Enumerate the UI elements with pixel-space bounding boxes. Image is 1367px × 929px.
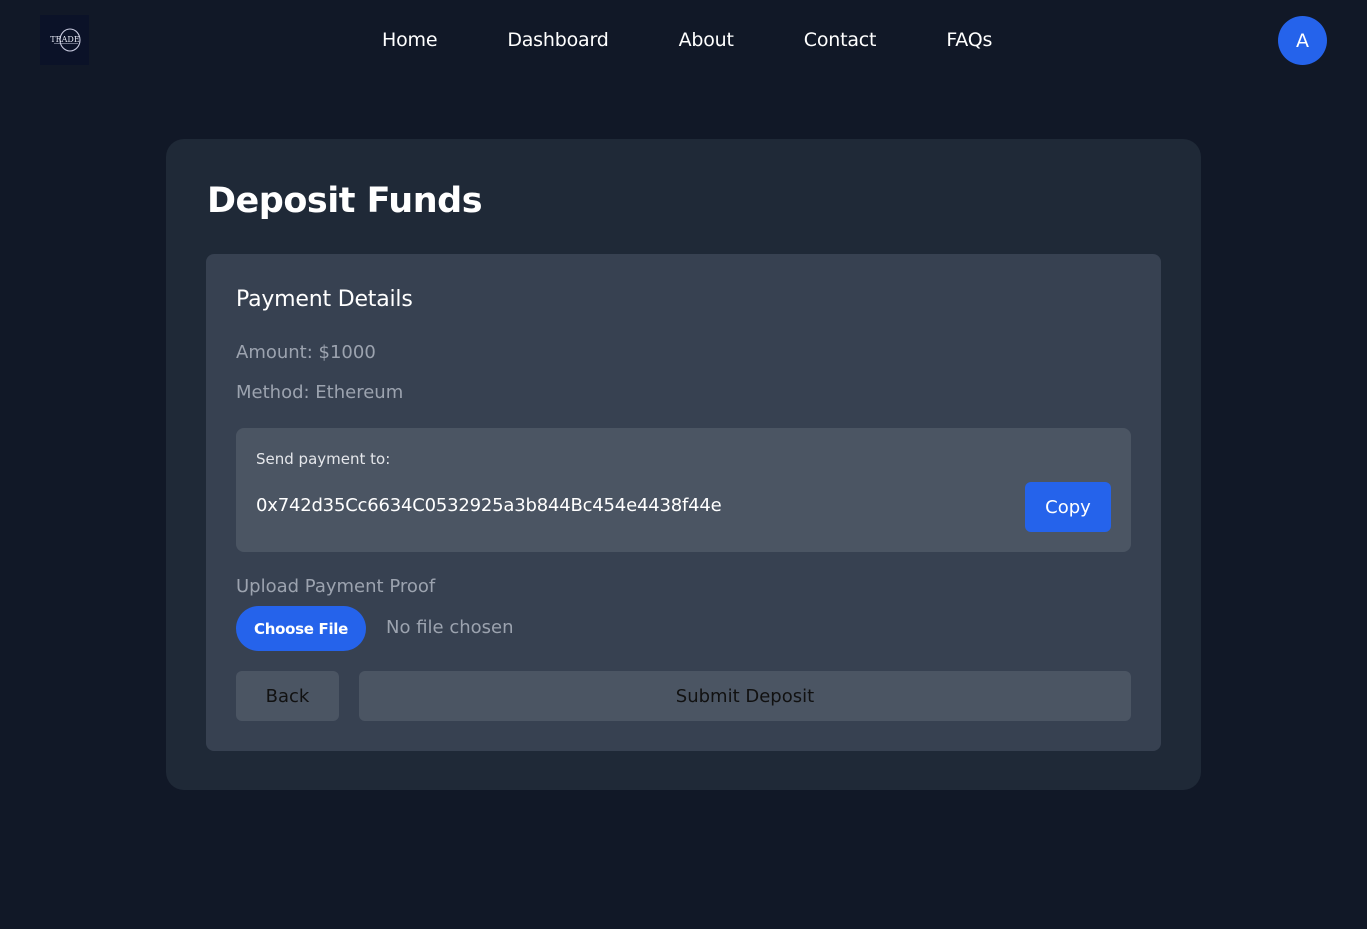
trade-logo-mark: TRADE [50,28,81,52]
choose-file-button[interactable]: Choose File [236,606,366,651]
file-status-text: No file chosen [386,617,514,638]
wallet-address-box: Send payment to: 0x742d35Cc6634C0532925a… [236,428,1131,552]
back-button[interactable]: Back [236,671,339,721]
user-avatar[interactable]: A [1278,16,1327,65]
page-title: Deposit Funds [207,181,483,221]
deposit-card: Deposit Funds Payment Details Amount: $1… [166,139,1201,790]
main-nav: Home Dashboard About Contact FAQs [382,27,992,53]
nav-dashboard-link[interactable]: Dashboard [507,27,608,53]
upload-proof-label: Upload Payment Proof [236,576,436,597]
nav-about-link[interactable]: About [679,27,734,53]
top-nav: TRADE Home Dashboard About Contact FAQs … [0,0,1367,80]
trade-logo-text: TRADE [50,35,80,44]
copy-button[interactable]: Copy [1025,482,1111,532]
panel-title: Payment Details [236,287,413,312]
method-text: Method: Ethereum [236,382,404,403]
nav-home-link[interactable]: Home [382,27,438,53]
wallet-address[interactable]: 0x742d35Cc6634C0532925a3b844Bc454e4438f4… [256,494,722,518]
send-payment-label: Send payment to: [256,450,391,468]
submit-deposit-button[interactable]: Submit Deposit [359,671,1131,721]
nav-faqs-link[interactable]: FAQs [946,27,992,53]
nav-contact-link[interactable]: Contact [804,27,877,53]
payment-details-panel: Payment Details Amount: $1000 Method: Et… [206,254,1161,751]
trade-logo[interactable]: TRADE [40,15,89,65]
amount-text: Amount: $1000 [236,342,376,363]
